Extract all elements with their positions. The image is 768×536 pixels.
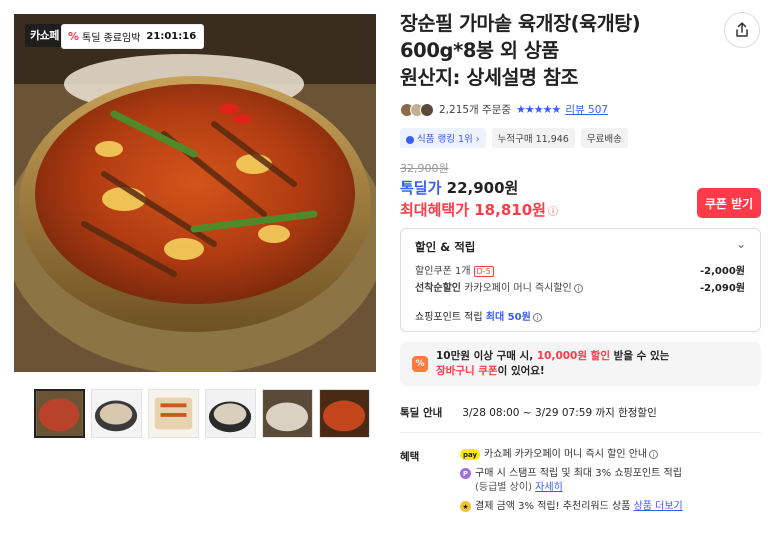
avatar	[420, 102, 434, 117]
ranking-icon	[406, 135, 414, 144]
max-benefit-price: 최대혜택가 18,810원 ⓘ	[400, 199, 558, 220]
thumbnail-6[interactable]	[319, 389, 370, 438]
thumbnail-4[interactable]	[205, 389, 256, 438]
deal-info-row: 톡딜 안내 3/28 08:00 ~ 3/29 07:59 까지 한정할인	[400, 405, 657, 420]
brand-badge: 카쇼페	[25, 24, 65, 47]
deal-info-period: 3/28 08:00 ~ 3/29 07:59 까지 한정할인	[462, 407, 657, 419]
discount-header: 할인 & 적립	[415, 240, 476, 254]
benefit-item: ★ 결제 금액 3% 적립! 추천리워드 상품 상품 더보기	[460, 500, 683, 514]
benefit-stamp-text: 구매 시 스탬프 적립 및 최대 3% 쇼핑포인트 적립	[475, 468, 682, 479]
thumbnail-2[interactable]	[91, 389, 142, 438]
info-icon[interactable]: i	[532, 312, 542, 322]
kakaopay-discount-label: 카카오페이 머니 즉시할인	[464, 283, 572, 294]
percent-icon: %	[68, 30, 80, 43]
rating-stars: ★★★★★	[516, 103, 561, 116]
main-product-image[interactable]: 카쇼페 % 톡딜 종료임박 21:01:16	[14, 14, 376, 372]
benefit-item: P 구매 시 스탬프 적립 및 최대 3% 쇼핑포인트 적립 (등급별 상이) …	[460, 467, 683, 495]
percent-icon: %	[412, 356, 428, 372]
original-price: 32,900원	[400, 162, 449, 175]
more-products-link[interactable]: 상품 더보기	[634, 501, 683, 512]
shopping-point-max: 최대 50원	[485, 312, 531, 323]
thumbnail-3[interactable]	[148, 389, 199, 438]
buyer-avatars	[400, 102, 434, 117]
d-day-tag: D-5	[473, 266, 494, 277]
coupon-discount-row: 할인쿠폰 1개 D-5 -2,000원	[415, 262, 745, 277]
coupon-button[interactable]: 쿠폰 받기	[697, 188, 761, 218]
benefit-item: pay 카쇼페 카카오페이 머니 즉시 할인 안내 i	[460, 448, 683, 462]
shopping-point-row: 쇼핑포인트 적립 최대 50원 i	[415, 308, 745, 323]
kakaopay-icon: pay	[460, 449, 480, 460]
coupon-discount-label: 할인쿠폰 1개	[415, 266, 471, 277]
benefit-label: 혜택	[400, 451, 420, 463]
share-icon	[736, 22, 748, 37]
share-button[interactable]	[724, 12, 760, 48]
cumulative-purchase-chip: 누적구매 11,946	[491, 128, 575, 148]
max-benefit-value: 18,810원	[474, 201, 546, 219]
thumbnail-strip	[34, 389, 370, 438]
benefit-reward-text: 결제 금액 3% 적립! 추천리워드 상품	[475, 501, 631, 512]
thumbnail-5[interactable]	[262, 389, 313, 438]
discount-panel: 할인 & 적립 ⌄ 할인쿠폰 1개 D-5 -2,000원 선착순할인 카카오페이…	[400, 228, 761, 332]
info-icon[interactable]: i	[573, 283, 583, 293]
order-count: 2,215개 주문중	[439, 104, 512, 116]
firstcome-discount-row: 선착순할인 카카오페이 머니 즉시할인 i -2,090원	[415, 279, 745, 294]
stew-bowl-photo	[14, 14, 376, 372]
firstcome-discount-value: -2,090원	[700, 283, 745, 294]
deal-timer-badge: % 톡딜 종료임박 21:01:16	[61, 24, 205, 49]
free-shipping-chip: 무료배송	[580, 128, 628, 148]
info-icon[interactable]: i	[649, 449, 659, 459]
rating-row: 2,215개 주문중 ★★★★★ 리뷰 507	[400, 102, 608, 117]
ranking-chip[interactable]: 식품 랭킹 1위 ›	[400, 128, 486, 148]
benefit-list: pay 카쇼페 카카오페이 머니 즉시 할인 안내 i P 구매 시 스탬프 적립…	[460, 448, 683, 519]
chevron-down-icon[interactable]: ⌄	[736, 237, 746, 251]
sale-price: 톡딜가 22,900원	[400, 177, 518, 198]
cart-coupon-promo[interactable]: % 10만원 이상 구매 시, 10,000원 할인 받을 수 있는 장바구니 …	[400, 342, 761, 386]
divider	[400, 432, 761, 433]
details-link[interactable]: 자세히	[535, 482, 563, 493]
shopping-point-label: 쇼핑포인트 적립	[415, 312, 483, 323]
deal-info-label: 톡딜 안내	[400, 407, 443, 419]
timer-text: 톡딜 종료임박	[82, 33, 141, 44]
product-title: 장순필 가마솥 육개장(육개탕) 600g*8봉 외 상품 원산지: 상세설명 …	[400, 12, 641, 89]
review-link[interactable]: 리뷰 507	[565, 102, 608, 117]
promo-text: 10만원 이상 구매 시, 10,000원 할인 받을 수 있는 장바구니 쿠폰…	[436, 350, 670, 377]
info-icon[interactable]: ⓘ	[548, 207, 558, 218]
benefit-stamp-sub: (등급별 상이)	[475, 482, 532, 493]
benefit-kakaopay-text: 카쇼페 카카오페이 머니 즉시 할인 안내	[484, 449, 648, 460]
reward-icon: ★	[460, 501, 471, 512]
thumbnail-1[interactable]	[34, 389, 85, 438]
product-chips: 식품 랭킹 1위 › 누적구매 11,946 무료배송	[400, 128, 628, 148]
sale-price-value: 22,900원	[446, 179, 519, 197]
sale-price-label: 톡딜가	[400, 179, 442, 197]
max-benefit-label: 최대혜택가	[400, 201, 470, 219]
point-icon: P	[460, 468, 471, 479]
timer-time: 21:01:16	[146, 31, 197, 42]
firstcome-label: 선착순할인	[415, 283, 461, 294]
coupon-discount-value: -2,000원	[700, 266, 745, 277]
